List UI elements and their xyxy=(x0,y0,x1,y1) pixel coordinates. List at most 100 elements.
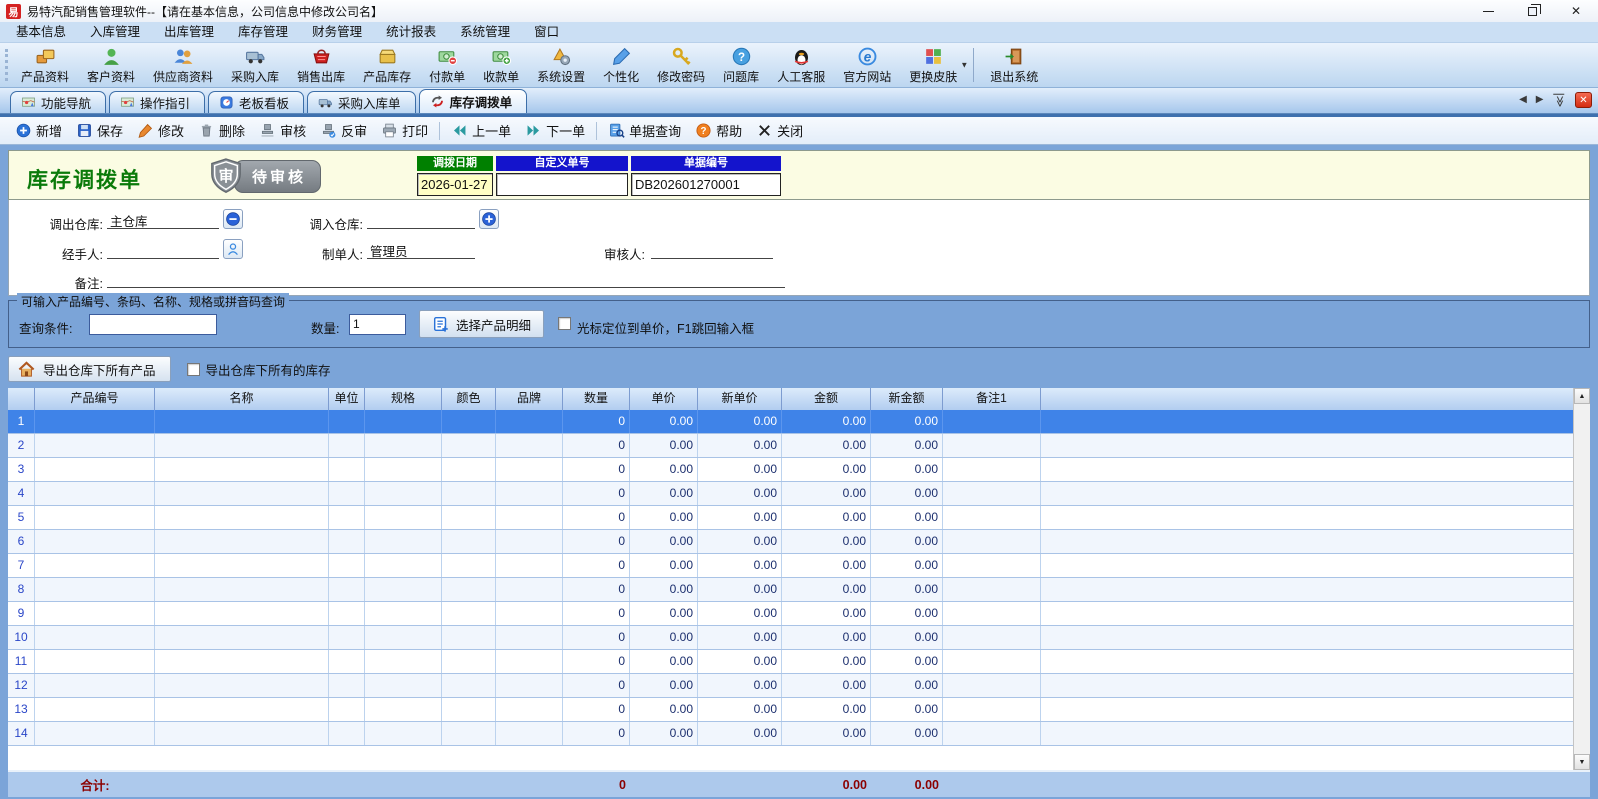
action-prev-button[interactable]: 上一单 xyxy=(444,119,518,142)
action-add-button[interactable]: 新增 xyxy=(8,119,69,142)
cell-remark1[interactable] xyxy=(943,458,1041,481)
cell-spec[interactable] xyxy=(365,554,442,577)
toolbar-item-stock[interactable]: 产品库存 xyxy=(354,43,420,87)
cell-name[interactable] xyxy=(155,674,329,697)
tab-boss-dashboard[interactable]: 老板看板 xyxy=(208,91,304,113)
row-number-cell[interactable]: 13 xyxy=(8,698,35,721)
action-save-button[interactable]: 保存 xyxy=(69,119,130,142)
cell-qty[interactable]: 0 xyxy=(563,458,630,481)
cell-code[interactable] xyxy=(35,626,155,649)
row-number-cell[interactable]: 14 xyxy=(8,722,35,745)
cell-color[interactable] xyxy=(442,626,496,649)
cell-brand[interactable] xyxy=(496,458,563,481)
action-next-button[interactable]: 下一单 xyxy=(518,119,592,142)
cell-unit[interactable] xyxy=(329,626,365,649)
cell-code[interactable] xyxy=(35,722,155,745)
cell-unit[interactable] xyxy=(329,602,365,625)
tab-operation-guide[interactable]: 操作指引 xyxy=(109,91,205,113)
cell-qty[interactable]: 0 xyxy=(563,554,630,577)
cell-color[interactable] xyxy=(442,458,496,481)
cell-amount[interactable]: 0.00 xyxy=(782,602,871,625)
table-row[interactable]: 1400.000.000.000.00 xyxy=(8,722,1590,746)
cell-price[interactable]: 0.00 xyxy=(630,530,698,553)
in-warehouse-field[interactable] xyxy=(367,211,475,229)
table-row[interactable]: 1300.000.000.000.00 xyxy=(8,698,1590,722)
cell-new_price[interactable]: 0.00 xyxy=(698,650,782,673)
menu-item-4[interactable]: 财务管理 xyxy=(300,22,374,42)
action-audit-button[interactable]: 审核 xyxy=(252,119,313,142)
cell-code[interactable] xyxy=(35,698,155,721)
cell-amount[interactable]: 0.00 xyxy=(782,506,871,529)
menu-item-6[interactable]: 系统管理 xyxy=(448,22,522,42)
cell-new_amount[interactable]: 0.00 xyxy=(871,410,943,433)
toolbar-item-faq[interactable]: ?问题库 xyxy=(714,43,768,87)
cell-color[interactable] xyxy=(442,530,496,553)
cell-brand[interactable] xyxy=(496,434,563,457)
cell-new_amount[interactable]: 0.00 xyxy=(871,722,943,745)
cell-name[interactable] xyxy=(155,458,329,481)
menu-item-2[interactable]: 出库管理 xyxy=(152,22,226,42)
cell-price[interactable]: 0.00 xyxy=(630,626,698,649)
cell-new_price[interactable]: 0.00 xyxy=(698,434,782,457)
cell-code[interactable] xyxy=(35,602,155,625)
vertical-scrollbar[interactable]: ▲ ▼ xyxy=(1573,388,1590,770)
cell-remark1[interactable] xyxy=(943,626,1041,649)
cell-brand[interactable] xyxy=(496,530,563,553)
column-header-num[interactable] xyxy=(8,388,35,410)
cell-new_amount[interactable]: 0.00 xyxy=(871,698,943,721)
cell-price[interactable]: 0.00 xyxy=(630,554,698,577)
handler-field[interactable] xyxy=(107,241,219,259)
action-unaudit-button[interactable]: 反审 xyxy=(313,119,374,142)
menu-item-0[interactable]: 基本信息 xyxy=(4,22,78,42)
cell-unit[interactable] xyxy=(329,698,365,721)
row-number-cell[interactable]: 6 xyxy=(8,530,35,553)
cell-unit[interactable] xyxy=(329,674,365,697)
cell-qty[interactable]: 0 xyxy=(563,578,630,601)
cell-price[interactable]: 0.00 xyxy=(630,650,698,673)
table-row[interactable]: 300.000.000.000.00 xyxy=(8,458,1590,482)
column-header-unit[interactable]: 单位 xyxy=(329,388,365,410)
cell-name[interactable] xyxy=(155,578,329,601)
row-number-cell[interactable]: 8 xyxy=(8,578,35,601)
doc-field-value-transfer_date[interactable]: 2026-01-27 xyxy=(417,173,493,196)
cell-spec[interactable] xyxy=(365,650,442,673)
cell-price[interactable]: 0.00 xyxy=(630,410,698,433)
cell-color[interactable] xyxy=(442,434,496,457)
cell-new_price[interactable]: 0.00 xyxy=(698,698,782,721)
toolbar-item-payment[interactable]: 付款单 xyxy=(420,43,474,87)
chevron-down-icon[interactable]: ▼ xyxy=(960,61,968,70)
cell-price[interactable]: 0.00 xyxy=(630,674,698,697)
cell-brand[interactable] xyxy=(496,650,563,673)
cell-price[interactable]: 0.00 xyxy=(630,434,698,457)
cell-unit[interactable] xyxy=(329,410,365,433)
cell-amount[interactable]: 0.00 xyxy=(782,434,871,457)
cell-price[interactable]: 0.00 xyxy=(630,722,698,745)
cell-new_amount[interactable]: 0.00 xyxy=(871,674,943,697)
cell-amount[interactable]: 0.00 xyxy=(782,578,871,601)
menu-item-3[interactable]: 库存管理 xyxy=(226,22,300,42)
cell-remark1[interactable] xyxy=(943,674,1041,697)
cell-new_price[interactable]: 0.00 xyxy=(698,578,782,601)
toolbar-item-sales-out[interactable]: 销售出库 xyxy=(288,43,354,87)
cell-name[interactable] xyxy=(155,650,329,673)
cell-qty[interactable]: 0 xyxy=(563,530,630,553)
cell-unit[interactable] xyxy=(329,482,365,505)
cell-color[interactable] xyxy=(442,602,496,625)
cell-amount[interactable]: 0.00 xyxy=(782,482,871,505)
cell-unit[interactable] xyxy=(329,530,365,553)
row-number-cell[interactable]: 12 xyxy=(8,674,35,697)
row-number-cell[interactable]: 9 xyxy=(8,602,35,625)
cell-new_price[interactable]: 0.00 xyxy=(698,722,782,745)
cell-remark1[interactable] xyxy=(943,506,1041,529)
table-row[interactable]: 700.000.000.000.00 xyxy=(8,554,1590,578)
cell-qty[interactable]: 0 xyxy=(563,506,630,529)
cell-unit[interactable] xyxy=(329,434,365,457)
cell-name[interactable] xyxy=(155,530,329,553)
toolbar-item-website[interactable]: e官方网站 xyxy=(834,43,900,87)
cell-remark1[interactable] xyxy=(943,722,1041,745)
doc-field-value-doc_no[interactable]: DB202601270001 xyxy=(631,173,781,196)
cell-amount[interactable]: 0.00 xyxy=(782,554,871,577)
cell-unit[interactable] xyxy=(329,578,365,601)
toolbar-item-personalize[interactable]: 个性化 xyxy=(594,43,648,87)
cell-code[interactable] xyxy=(35,458,155,481)
